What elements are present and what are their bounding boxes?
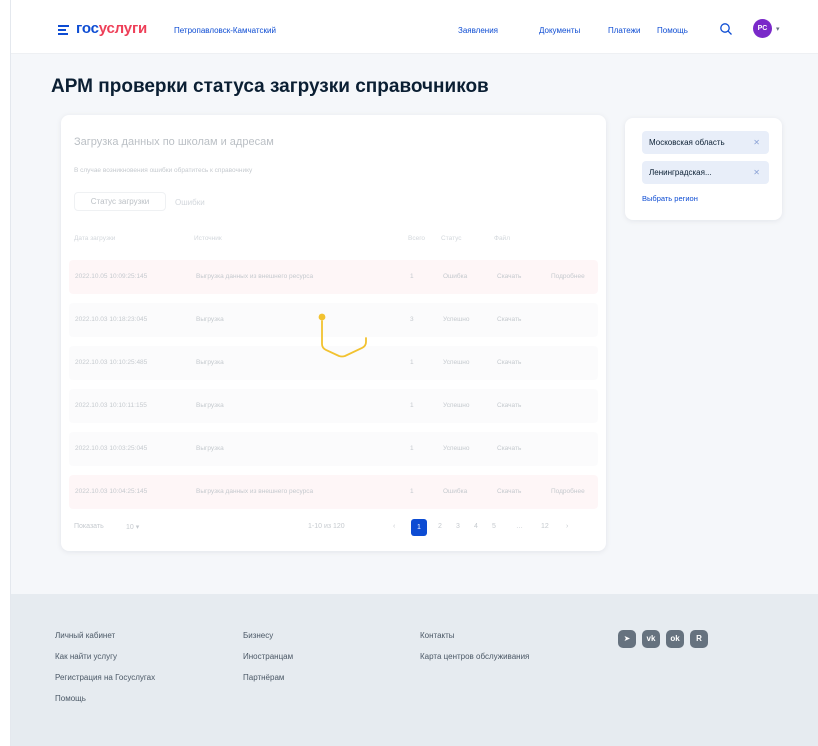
page-button[interactable]: 4: [474, 523, 478, 530]
cell-count: 1: [410, 488, 414, 495]
cell-status: Успешно: [443, 359, 470, 366]
footer-link-account[interactable]: Личный кабинет: [55, 631, 115, 640]
close-icon[interactable]: ✕: [753, 131, 760, 154]
details-link[interactable]: Подробнее: [551, 488, 585, 495]
menu-icon[interactable]: [58, 25, 69, 37]
footer-link-foreigners[interactable]: Иностранцам: [243, 652, 293, 661]
cell-date: 2022.10.03 10:18:23:045: [75, 316, 148, 323]
footer-link-registration[interactable]: Регистрация на Госуслугах: [55, 673, 155, 682]
download-link[interactable]: Скачать: [497, 445, 521, 452]
location-link[interactable]: Петропавловск-Камчатский: [174, 26, 276, 35]
download-link[interactable]: Скачать: [497, 273, 521, 280]
nav-help[interactable]: Помощь: [657, 26, 688, 35]
select-region-link[interactable]: Выбрать регион: [642, 194, 698, 203]
vk-icon[interactable]: vk: [642, 630, 660, 648]
page-size-value: 10: [126, 524, 134, 531]
details-link[interactable]: Подробнее: [551, 273, 585, 280]
chevron-down-icon[interactable]: ▾: [776, 25, 780, 33]
cell-count: 3: [410, 316, 414, 323]
download-link[interactable]: Скачать: [497, 402, 521, 409]
loading-spinner-icon: [318, 313, 367, 358]
page-button[interactable]: 2: [438, 523, 442, 530]
footer-link-business[interactable]: Бизнесу: [243, 631, 273, 640]
nav-documents[interactable]: Документы: [539, 26, 580, 35]
page-ellipsis: …: [516, 523, 523, 530]
column-header-source: Источник: [194, 235, 222, 242]
table-row[interactable]: 2022.10.03 10:10:11:155 Выгрузка 1 Успеш…: [69, 389, 598, 423]
region-filter: Московская область ✕ Ленинградская... ✕ …: [625, 118, 782, 220]
ok-icon[interactable]: ok: [666, 630, 684, 648]
footer-link-partners[interactable]: Партнёрам: [243, 673, 284, 682]
cell-source: Выгрузка данных из внешнего ресурса: [196, 273, 314, 280]
cell-date: 2022.10.03 10:10:25:485: [75, 359, 148, 366]
tab-upload-status[interactable]: Статус загрузки: [74, 192, 166, 211]
nav-payments[interactable]: Платежи: [608, 26, 640, 35]
cell-status: Успешно: [443, 445, 470, 452]
region-chip-label: Ленинградская...: [649, 168, 712, 177]
footer-link-contacts[interactable]: Контакты: [420, 631, 455, 640]
prev-page-button[interactable]: ‹: [393, 523, 395, 530]
footer-link-service-centers-map[interactable]: Карта центров обслуживания: [420, 652, 529, 661]
cell-source: Выгрузка: [196, 445, 224, 452]
cell-count: 1: [410, 359, 414, 366]
upload-status-card: Загрузка данных по школам и адресам В сл…: [61, 115, 606, 551]
page-size-select[interactable]: 10 ▾: [126, 523, 139, 531]
cell-source: Выгрузка данных из внешнего ресурса: [196, 488, 314, 495]
cell-status: Ошибка: [443, 488, 468, 495]
card-title: Загрузка данных по школам и адресам: [74, 136, 274, 148]
gosuslugi-logo[interactable]: госуслуги: [76, 20, 147, 37]
nav-applications[interactable]: Заявления: [458, 26, 498, 35]
download-link[interactable]: Скачать: [497, 359, 521, 366]
rutube-icon[interactable]: R: [690, 630, 708, 648]
column-header-file: Файл: [494, 235, 510, 242]
search-icon[interactable]: [719, 22, 733, 36]
page-button[interactable]: 5: [492, 523, 496, 530]
cell-date: 2022.10.03 10:03:25:045: [75, 445, 148, 452]
cell-status: Успешно: [443, 316, 470, 323]
cell-status: Ошибка: [443, 273, 468, 280]
cell-count: 1: [410, 273, 414, 280]
cell-source: Выгрузка: [196, 359, 224, 366]
cell-count: 1: [410, 402, 414, 409]
column-header-count: Всего: [408, 235, 426, 242]
region-chip[interactable]: Ленинградская... ✕: [642, 161, 769, 184]
table-row[interactable]: 2022.10.05 10:09:25:145 Выгрузка данных …: [69, 260, 598, 294]
page-button[interactable]: 3: [456, 523, 460, 530]
close-icon[interactable]: ✕: [753, 161, 760, 184]
page-range: 1-10 из 120: [308, 523, 345, 530]
page-button[interactable]: 12: [541, 523, 549, 530]
cell-count: 1: [410, 445, 414, 452]
download-link[interactable]: Скачать: [497, 488, 521, 495]
column-header-date: Дата загрузки: [74, 235, 116, 242]
page-size-label: Показать: [74, 523, 104, 530]
table-row[interactable]: 2022.10.03 10:04:25:145 Выгрузка данных …: [69, 475, 598, 509]
footer-link-help[interactable]: Помощь: [55, 694, 86, 703]
cell-source: Выгрузка: [196, 402, 224, 409]
region-chip[interactable]: Московская область ✕: [642, 131, 769, 154]
page-title: АРМ проверки статуса загрузки справочник…: [51, 76, 489, 97]
avatar[interactable]: PC: [753, 19, 772, 38]
next-page-button[interactable]: ›: [566, 523, 568, 530]
cell-date: 2022.10.03 10:04:25:145: [75, 488, 148, 495]
download-link[interactable]: Скачать: [497, 316, 521, 323]
page-button-active[interactable]: 1: [411, 519, 427, 536]
cell-status: Успешно: [443, 402, 470, 409]
cell-source: Выгрузка: [196, 316, 224, 323]
tab-errors[interactable]: Ошибки: [175, 198, 205, 207]
column-header-status: Статус: [441, 235, 462, 242]
telegram-icon[interactable]: ➤: [618, 630, 636, 648]
page-frame: госуслуги Петропавловск-Камчатский Заявл…: [10, 0, 818, 746]
footer-link-find-service[interactable]: Как найти услугу: [55, 652, 117, 661]
cell-date: 2022.10.05 10:09:25:145: [75, 273, 148, 280]
card-hint: В случае возникновения ошибки обратитесь…: [74, 167, 253, 174]
site-header: госуслуги Петропавловск-Камчатский Заявл…: [11, 0, 818, 54]
region-chip-label: Московская область: [649, 138, 725, 147]
cell-date: 2022.10.03 10:10:11:155: [75, 402, 147, 409]
table-row[interactable]: 2022.10.03 10:03:25:045 Выгрузка 1 Успеш…: [69, 432, 598, 466]
site-footer: [11, 594, 818, 746]
